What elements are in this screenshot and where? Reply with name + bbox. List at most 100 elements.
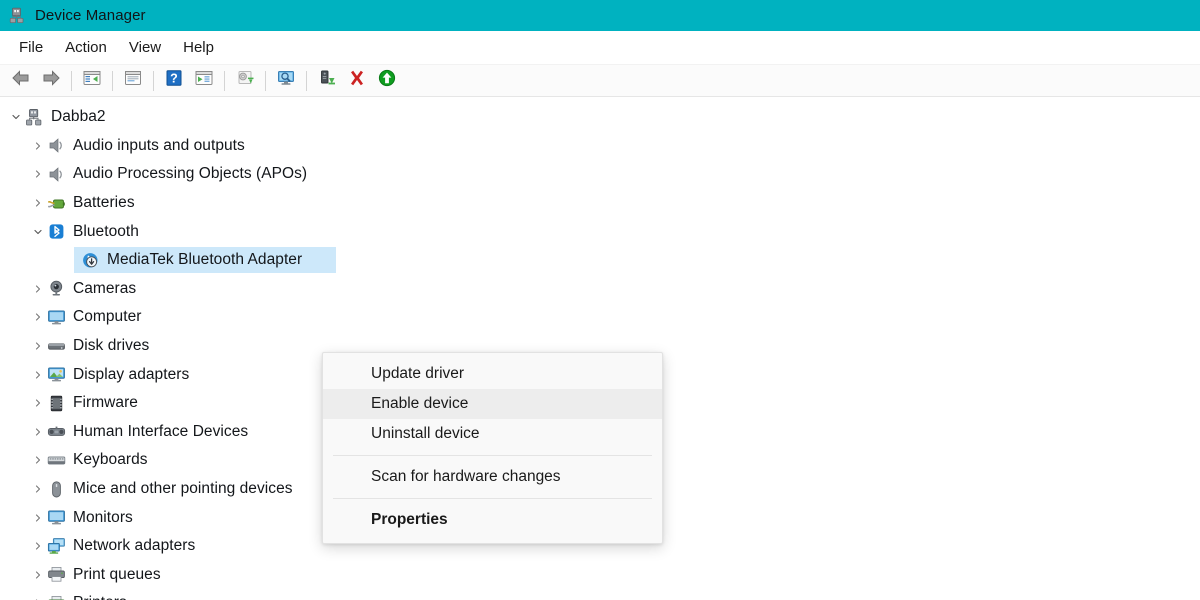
tree-row-dabba2[interactable]: Dabba2	[0, 103, 1200, 132]
toolbar-separator	[224, 70, 225, 91]
device-manager-icon	[9, 7, 26, 24]
ctx-scan-for-hardware-changes[interactable]: Scan for hardware changes	[323, 462, 662, 492]
toolbar-forward[interactable]	[36, 68, 66, 94]
chevron-right-icon[interactable]	[30, 389, 46, 417]
tree-label: Monitors	[73, 508, 133, 526]
toolbar-show-hide-tree[interactable]	[77, 68, 107, 94]
context-menu-separator	[333, 455, 652, 456]
toolbar-separator	[71, 70, 72, 91]
tree-label: Audio inputs and outputs	[73, 136, 245, 154]
hid-icon	[46, 422, 66, 442]
monitor-scan-icon	[276, 69, 296, 92]
tree-row-batteries[interactable]: Batteries	[0, 189, 1200, 218]
chevron-right-icon[interactable]	[30, 504, 46, 532]
tree-label: Mice and other pointing devices	[73, 480, 293, 498]
back-arrow-icon	[11, 69, 31, 92]
no-expander	[64, 246, 80, 274]
chevron-down-icon[interactable]	[8, 103, 24, 131]
printer-icon	[46, 593, 66, 600]
tree-label: Cameras	[73, 279, 137, 297]
chevron-right-icon[interactable]	[30, 361, 46, 389]
chevron-down-icon[interactable]	[30, 218, 46, 246]
ctx-uninstall-device[interactable]: Uninstall device	[323, 419, 662, 449]
menu-help[interactable]: Help	[172, 36, 225, 59]
chevron-right-icon[interactable]	[30, 475, 46, 503]
toolbar-properties[interactable]	[118, 68, 148, 94]
chevron-right-icon[interactable]	[30, 132, 46, 160]
chevron-right-icon[interactable]	[30, 589, 46, 600]
chevron-right-icon[interactable]	[30, 332, 46, 360]
disk-drive-icon	[46, 336, 66, 356]
enable-device-icon	[377, 69, 397, 92]
device-tree[interactable]: Dabba2 Audio inputs and outputs Audio Pr…	[0, 97, 1200, 600]
tree-label: Human Interface Devices	[73, 422, 249, 440]
chevron-right-icon[interactable]	[30, 189, 46, 217]
tree-label: Printers	[73, 593, 127, 600]
tree-label: Computer	[73, 308, 142, 326]
toolbar-separator	[153, 70, 154, 91]
tree-row-computer[interactable]: Computer	[0, 303, 1200, 332]
toolbar-enable-device[interactable]	[372, 68, 402, 94]
tree-label: MediaTek Bluetooth Adapter	[107, 251, 303, 269]
tree-row-printers[interactable]: Printers	[0, 589, 1200, 600]
mouse-icon	[46, 479, 66, 499]
tree-row-audio-processing-objects[interactable]: Audio Processing Objects (APOs)	[0, 160, 1200, 189]
context-menu[interactable]: Update driver Enable device Uninstall de…	[322, 352, 663, 544]
toolbar-back[interactable]	[6, 68, 36, 94]
tree-row-cameras[interactable]: Cameras	[0, 275, 1200, 304]
toolbar-scan-hardware-changes[interactable]	[230, 68, 260, 94]
toolbar-separator	[112, 70, 113, 91]
toolbar-uninstall-device[interactable]	[342, 68, 372, 94]
bluetooth-icon	[46, 222, 66, 242]
menu-file[interactable]: File	[8, 36, 54, 59]
tree-row-bluetooth[interactable]: Bluetooth	[0, 217, 1200, 246]
toolbar-separator	[265, 70, 266, 91]
chevron-right-icon[interactable]	[30, 160, 46, 188]
tree-label: Batteries	[73, 194, 135, 212]
scan-hardware-changes-icon	[235, 69, 255, 92]
show-hide-console-tree-icon	[82, 69, 102, 92]
help-icon: ?	[164, 69, 184, 92]
firmware-chip-icon	[46, 393, 66, 413]
toolbar-help[interactable]: ?	[159, 68, 189, 94]
camera-icon	[46, 279, 66, 299]
monitor-icon	[46, 307, 66, 327]
bluetooth-device-disabled-icon	[80, 250, 100, 270]
toolbar-disable-device[interactable]	[312, 68, 342, 94]
tree-row-audio-inputs-and-outputs[interactable]: Audio inputs and outputs	[0, 132, 1200, 161]
update-driver-icon	[194, 69, 214, 92]
toolbar-separator	[306, 70, 307, 91]
tree-label: Print queues	[73, 565, 161, 583]
chevron-right-icon[interactable]	[30, 532, 46, 560]
tree-label: Bluetooth	[73, 222, 139, 240]
tree-row-mediatek-bluetooth-adapter[interactable]: MediaTek Bluetooth Adapter	[0, 246, 1200, 275]
tree-label: Audio Processing Objects (APOs)	[73, 165, 308, 183]
ctx-enable-device[interactable]: Enable device	[323, 389, 662, 419]
speaker-icon	[46, 164, 66, 184]
toolbar-monitor-scan[interactable]	[271, 68, 301, 94]
toolbar: ?	[0, 65, 1200, 97]
ctx-properties[interactable]: Properties	[323, 505, 662, 535]
menu-bar: File Action View Help	[0, 31, 1200, 65]
toolbar-update-driver[interactable]	[189, 68, 219, 94]
disable-device-icon	[317, 69, 337, 92]
svg-text:?: ?	[170, 71, 178, 85]
menu-action[interactable]: Action	[54, 36, 118, 59]
chevron-right-icon[interactable]	[30, 303, 46, 331]
tree-label: Display adapters	[73, 365, 190, 383]
chevron-right-icon[interactable]	[30, 418, 46, 446]
network-adapter-icon	[46, 536, 66, 556]
printer-icon	[46, 565, 66, 585]
chevron-right-icon[interactable]	[30, 275, 46, 303]
context-menu-separator	[333, 498, 652, 499]
tree-label: Disk drives	[73, 337, 150, 355]
chevron-right-icon[interactable]	[30, 446, 46, 474]
chevron-right-icon[interactable]	[30, 561, 46, 589]
battery-icon	[46, 193, 66, 213]
tree-row-print-queues[interactable]: Print queues	[0, 561, 1200, 590]
ctx-update-driver[interactable]: Update driver	[323, 359, 662, 389]
forward-arrow-icon	[41, 69, 61, 92]
monitor-icon	[46, 508, 66, 528]
menu-view[interactable]: View	[118, 36, 172, 59]
speaker-icon	[46, 136, 66, 156]
